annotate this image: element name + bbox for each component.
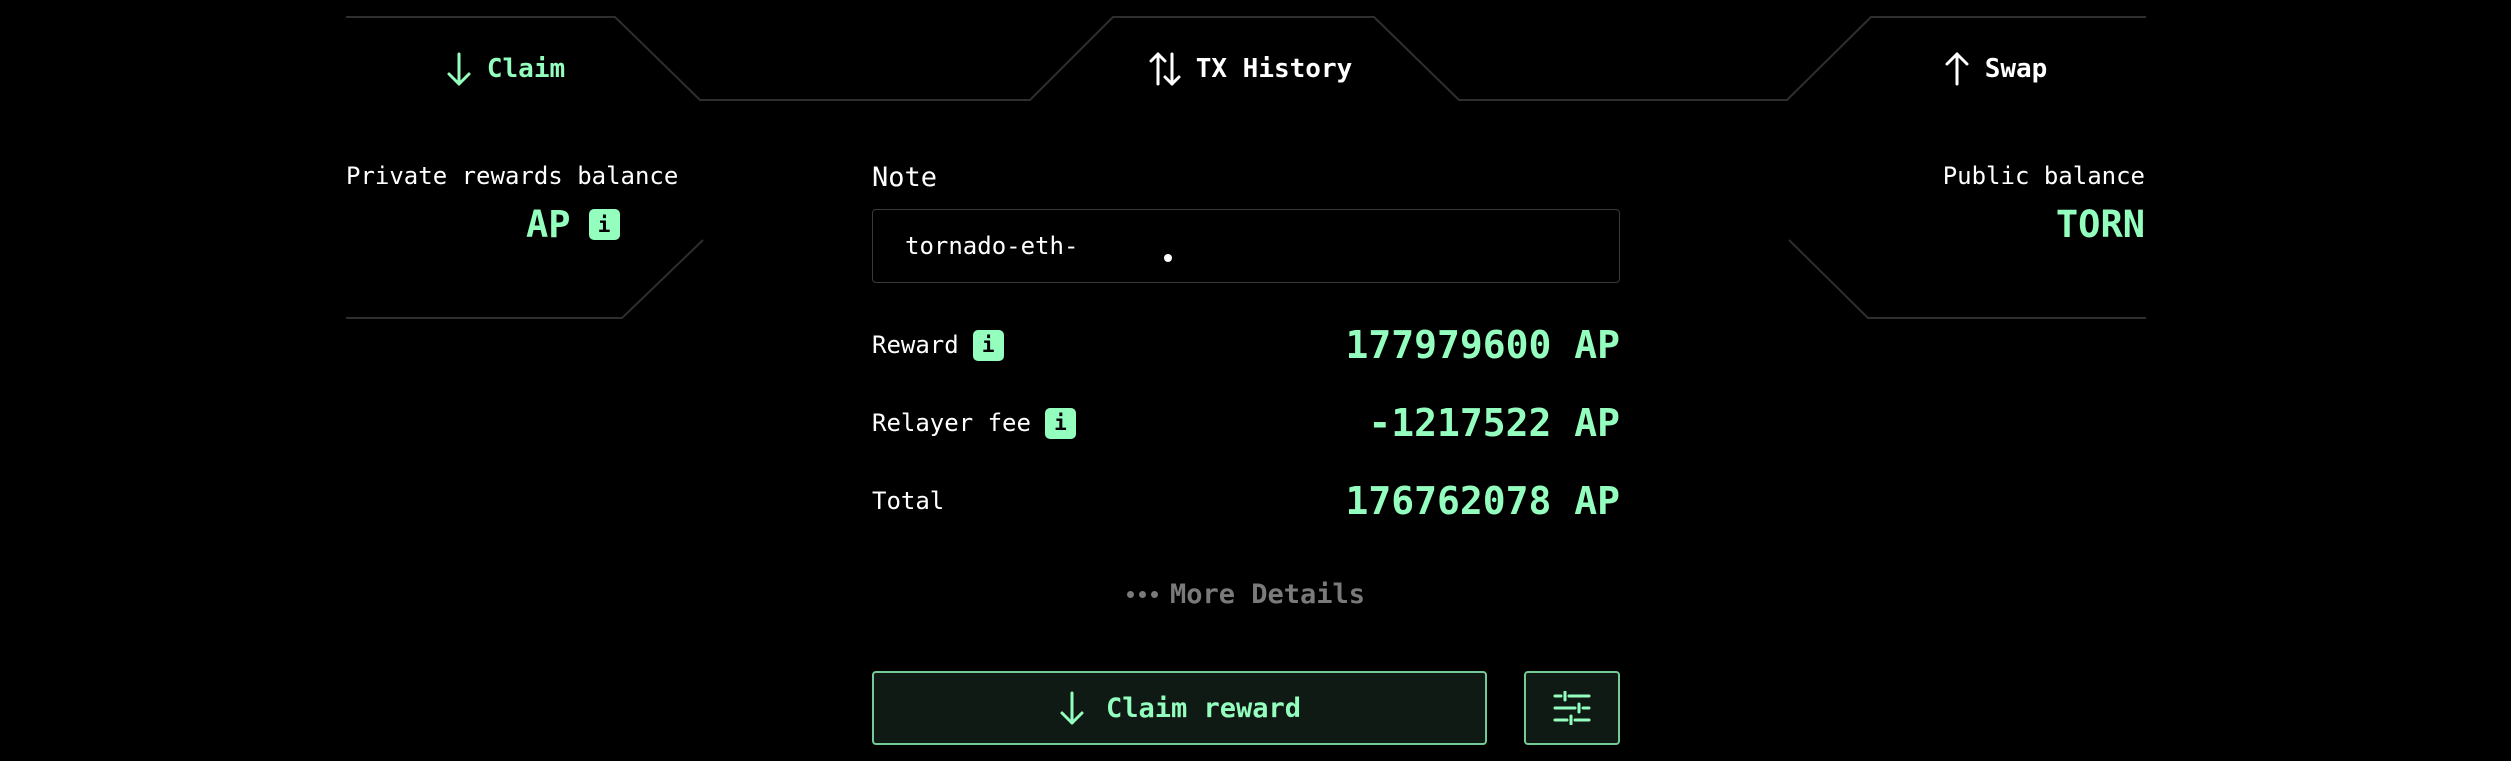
claim-reward-label: Claim reward <box>1105 692 1302 724</box>
arrow-up-icon <box>1945 52 1969 86</box>
tab-tx-history[interactable]: TX History <box>1140 42 1360 96</box>
total-value: 176762078 AP <box>1345 479 1620 523</box>
total-label: Total <box>872 487 945 515</box>
reward-value: 177979600 AP <box>1345 323 1620 367</box>
public-balance-value: TORN <box>2055 203 2145 246</box>
arrow-down-icon <box>447 52 471 86</box>
claim-reward-button[interactable]: Claim reward <box>872 671 1487 745</box>
ellipsis-icon <box>1126 590 1158 598</box>
tab-claim[interactable]: Claim <box>430 42 580 96</box>
total-row: Total 176762078 AP <box>872 476 1620 526</box>
claim-panel: Claim TX History Swap Private rewards ba… <box>0 0 2511 761</box>
arrows-up-down-icon <box>1149 52 1181 86</box>
relayer-fee-label: Relayer fee <box>872 409 1031 437</box>
panel-outline <box>346 16 2146 319</box>
tab-swap[interactable]: Swap <box>1930 42 2060 96</box>
arrow-down-icon <box>1060 691 1084 725</box>
note-label: Note <box>872 162 938 193</box>
tab-swap-label: Swap <box>1984 54 2048 84</box>
reward-row: Reward i 177979600 AP <box>872 320 1620 370</box>
info-icon[interactable]: i <box>588 209 620 240</box>
more-details-link[interactable]: More Details <box>1120 577 1372 611</box>
note-value: tornado-eth- <box>905 232 1079 260</box>
info-icon[interactable]: i <box>1044 407 1076 439</box>
more-details-label: More Details <box>1169 578 1366 610</box>
relayer-fee-row: Relayer fee i -1217522 AP <box>872 398 1620 448</box>
info-icon[interactable]: i <box>972 329 1004 361</box>
relayer-fee-value: -1217522 AP <box>1368 401 1620 445</box>
private-balance-label: Private rewards balance <box>346 162 679 190</box>
private-balance-value-group: AP i <box>526 203 620 246</box>
note-input[interactable]: tornado-eth- <box>872 209 1620 283</box>
public-balance-label: Public balance <box>1942 162 2145 190</box>
sliders-icon <box>1553 691 1591 725</box>
reward-label: Reward <box>872 331 959 359</box>
tab-claim-label: Claim <box>486 54 566 84</box>
settings-button[interactable] <box>1524 671 1620 745</box>
tab-tx-history-label: TX History <box>1195 54 1353 84</box>
masked-dot <box>1164 254 1172 262</box>
private-balance-value: AP <box>526 203 571 246</box>
